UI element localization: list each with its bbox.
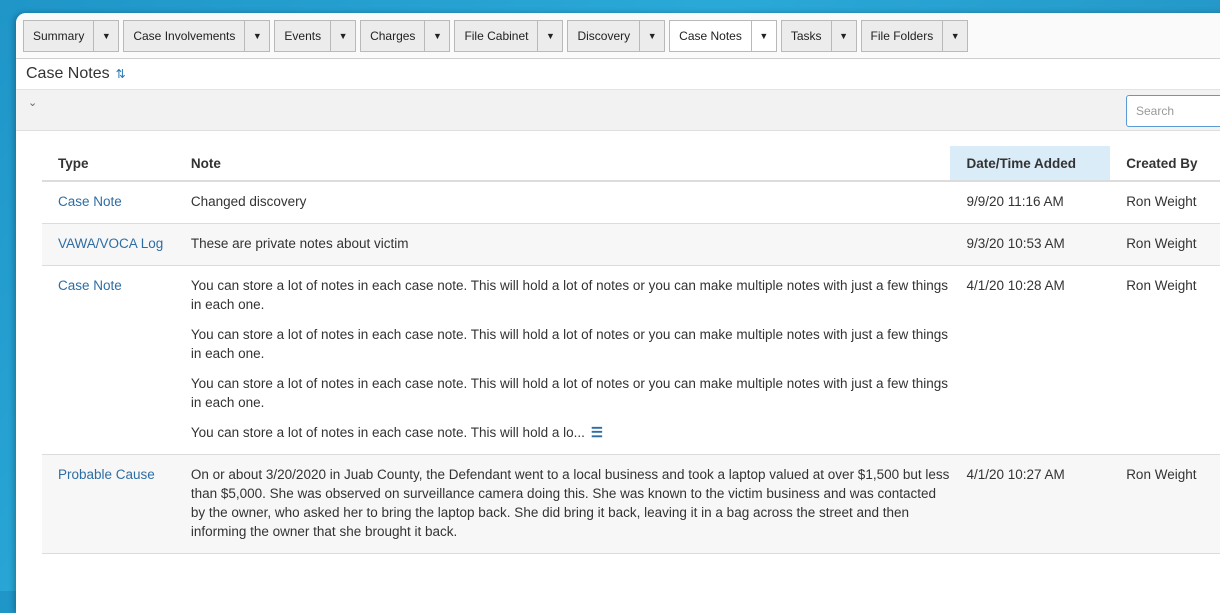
note-cell: You can store a lot of notes in each cas… — [174, 265, 951, 455]
column-header-note[interactable]: Note — [174, 146, 951, 182]
table-row[interactable]: Case Note You can store a lot of notes in… — [42, 265, 1220, 455]
type-cell: VAWA/VOCA Log — [42, 223, 175, 266]
note-text: These are private notes about victim — [191, 234, 951, 253]
tab-discovery[interactable]: Discovery ▼ — [567, 20, 666, 52]
tab-events[interactable]: Events ▼ — [274, 20, 357, 52]
tab-summary[interactable]: Summary ▼ — [23, 20, 120, 52]
tab-label[interactable]: Case Notes — [670, 21, 751, 51]
chevron-down-icon[interactable]: ⌄ — [28, 96, 37, 109]
note-type-link[interactable]: Case Note — [58, 194, 122, 209]
created-by-cell: Ron Weight — [1110, 181, 1220, 224]
tab-label[interactable]: Events — [275, 21, 330, 51]
table-row[interactable]: Probable Cause On or about 3/20/2020 in J… — [42, 454, 1220, 554]
column-header-date[interactable]: Date/Time Added — [950, 146, 1111, 182]
caret-down-icon[interactable]: ▼ — [639, 21, 664, 51]
caret-down-icon[interactable]: ▼ — [537, 21, 562, 51]
note-text-content: You can store a lot of notes in each cas… — [190, 376, 949, 410]
note-text: On or about 3/20/2020 in Juab County, th… — [191, 465, 951, 541]
note-text-content: You can store a lot of notes in each cas… — [190, 425, 585, 440]
note-text: You can store a lot of notes in each cas… — [191, 374, 951, 412]
page-header: Case Notes ⇅ — [16, 59, 1220, 90]
caret-down-icon[interactable]: ▼ — [424, 21, 449, 51]
note-text: You can store a lot of notes in each cas… — [191, 423, 951, 442]
table-header-row: Type Note Date/Time Added Created By — [42, 146, 1220, 182]
column-header-type[interactable]: Type — [42, 146, 175, 182]
note-text: Changed discovery — [191, 192, 951, 211]
notes-table: Type Note Date/Time Added Created By Cas… — [42, 146, 1220, 554]
tab-file-cabinet[interactable]: File Cabinet ▼ — [454, 20, 564, 52]
column-header-created-by[interactable]: Created By — [1110, 146, 1220, 182]
date-cell: 9/9/20 11:16 AM — [950, 181, 1111, 224]
note-text-content: These are private notes about victim — [190, 236, 409, 251]
page-title: Case Notes — [26, 65, 110, 82]
note-type-link[interactable]: Probable Cause — [58, 467, 155, 482]
note-text: You can store a lot of notes in each cas… — [191, 325, 951, 363]
refresh-icon[interactable]: ⇅ — [116, 67, 126, 81]
note-cell: These are private notes about victim — [174, 223, 951, 266]
caret-down-icon[interactable]: ▼ — [942, 21, 967, 51]
note-text-content: On or about 3/20/2020 in Juab County, th… — [190, 467, 950, 539]
note-type-link[interactable]: VAWA/VOCA Log — [58, 236, 163, 251]
tab-case-notes[interactable]: Case Notes ▼ — [669, 20, 777, 52]
tab-label[interactable]: File Folders — [862, 21, 943, 51]
tab-bar: Summary ▼ Case Involvements ▼ Events ▼ Charges… — [16, 13, 1220, 59]
note-text-content: You can store a lot of notes in each cas… — [190, 327, 949, 361]
tab-label[interactable]: Discovery — [568, 21, 639, 51]
tab-case-involvements[interactable]: Case Involvements ▼ — [123, 20, 271, 52]
type-cell: Probable Cause — [42, 454, 175, 554]
tab-label[interactable]: Case Involvements — [124, 21, 244, 51]
table-row[interactable]: VAWA/VOCA Log These are private notes abo… — [42, 223, 1220, 266]
caret-down-icon[interactable]: ▼ — [830, 21, 856, 51]
created-by-cell: Ron Weight — [1110, 223, 1220, 266]
date-cell: 4/1/20 10:28 AM — [950, 265, 1111, 455]
note-cell: On or about 3/20/2020 in Juab County, th… — [174, 454, 951, 554]
tab-label[interactable]: Summary — [24, 21, 93, 51]
type-cell: Case Note — [42, 265, 175, 455]
caret-down-icon[interactable]: ▼ — [330, 21, 355, 51]
search-input[interactable] — [1126, 95, 1220, 127]
tab-tasks[interactable]: Tasks ▼ — [780, 20, 857, 52]
note-text-content: Changed discovery — [190, 194, 307, 209]
tab-label[interactable]: Charges — [361, 21, 424, 51]
tab-charges[interactable]: Charges ▼ — [360, 20, 451, 52]
app-window: Summary ▼ Case Involvements ▼ Events ▼ Charges… — [16, 13, 1220, 613]
created-by-cell: Ron Weight — [1110, 454, 1220, 554]
note-text-content: You can store a lot of notes in each cas… — [190, 278, 949, 312]
note-cell: Changed discovery — [174, 181, 951, 224]
date-cell: 4/1/20 10:27 AM — [950, 454, 1111, 554]
table-row[interactable]: Case Note Changed discovery 9/9/20 11:16 A… — [42, 181, 1220, 224]
tab-file-folders[interactable]: File Folders ▼ — [860, 20, 969, 52]
type-cell: Case Note — [42, 181, 175, 224]
expand-text-icon[interactable]: ☰ — [591, 425, 603, 440]
tab-label[interactable]: Tasks — [782, 21, 831, 51]
caret-down-icon[interactable]: ▼ — [750, 21, 776, 51]
created-by-cell: Ron Weight — [1110, 265, 1220, 455]
caret-down-icon[interactable]: ▼ — [244, 21, 269, 51]
note-type-link[interactable]: Case Note — [58, 278, 122, 293]
tab-label[interactable]: File Cabinet — [455, 21, 537, 51]
note-text: You can store a lot of notes in each cas… — [191, 276, 951, 314]
grid-toolbar: ⌄ — [16, 90, 1220, 131]
caret-down-icon[interactable]: ▼ — [93, 21, 118, 51]
date-cell: 9/3/20 10:53 AM — [950, 223, 1111, 266]
